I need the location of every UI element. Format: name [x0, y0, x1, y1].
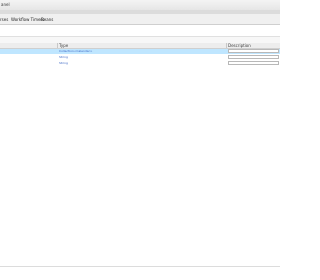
description-field[interactable]: [228, 61, 279, 65]
table-row[interactable]: Collection<Calendar>: [0, 49, 280, 54]
menu-item-beans[interactable]: Beans: [41, 17, 53, 22]
bottom-divider: [0, 266, 280, 267]
type-cell: Collection<Calendar>: [59, 49, 93, 53]
table-row[interactable]: String: [0, 61, 280, 66]
table-row[interactable]: String: [0, 55, 280, 60]
column-header-type[interactable]: Type: [59, 43, 68, 48]
menu-item-rses[interactable]: rses: [0, 17, 8, 22]
menu-item-workflow-timers[interactable]: Workflow Timers: [11, 17, 44, 22]
window-title: anel: [1, 2, 10, 7]
column-header-description[interactable]: Description: [228, 43, 251, 48]
column-divider[interactable]: [57, 43, 58, 48]
menu-bar: rses Workflow Timers Beans: [0, 14, 280, 25]
description-field[interactable]: [228, 49, 279, 53]
type-cell: String: [59, 55, 68, 59]
type-cell: String: [59, 61, 68, 65]
toolbar-area: [0, 25, 280, 35]
window-title-bar: anel: [0, 0, 280, 10]
column-divider[interactable]: [226, 43, 227, 48]
description-field[interactable]: [228, 55, 279, 59]
